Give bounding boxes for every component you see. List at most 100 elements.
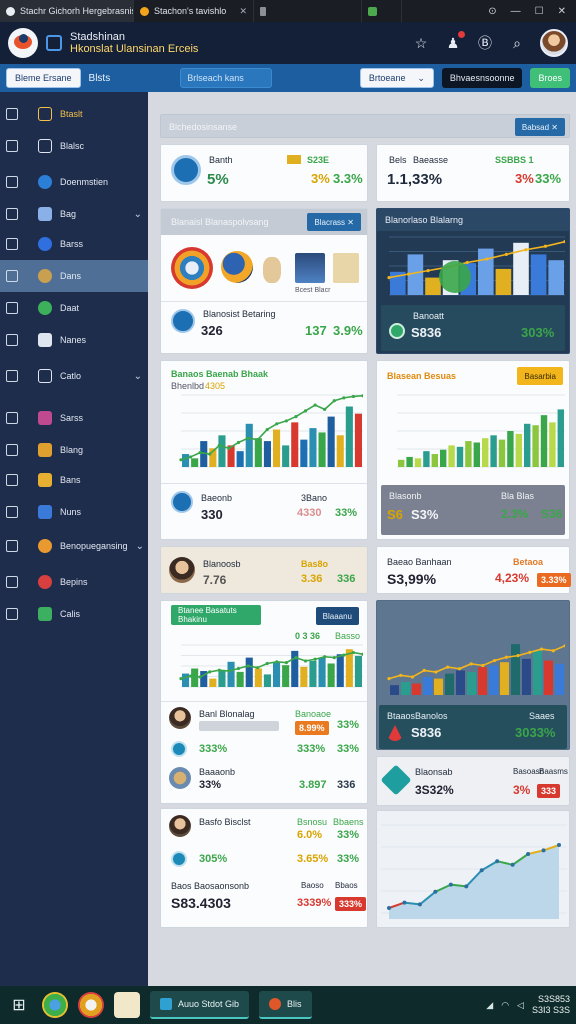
stat-icon <box>171 491 193 513</box>
chevron-down-icon[interactable]: ⌄ <box>136 541 144 552</box>
chart-point <box>313 403 317 407</box>
new-button[interactable]: Broes <box>530 68 570 88</box>
trend-chart <box>387 236 565 296</box>
row-delta-a: 3.897 <box>299 779 327 791</box>
row-avatar <box>169 767 191 789</box>
chart-point <box>351 650 356 655</box>
sidebar-item[interactable]: Dans <box>0 260 148 292</box>
sidebar-item[interactable]: Nuns <box>0 496 148 528</box>
chart-point <box>387 677 391 681</box>
sidebar-item[interactable]: Bepins <box>0 566 148 598</box>
chart-point <box>179 458 183 462</box>
sidebar-item[interactable]: Catlo ⌄ <box>0 360 148 392</box>
window-controls: ⊙ — ☐ ✕ <box>488 6 576 17</box>
clock-date: S3I3 S3S <box>531 1005 570 1015</box>
kpi-card-right[interactable]: Bels Baeasse SSBBS 1 1.1,33% 3% 33% <box>376 144 570 202</box>
sidebar-item[interactable]: Sarss <box>0 402 148 434</box>
row-icon <box>171 851 187 867</box>
sidebar-item[interactable]: Btaslt <box>0 98 148 130</box>
browser-tab[interactable] <box>362 0 402 22</box>
sidebar-item-label: Blalsc <box>60 141 85 151</box>
start-icon[interactable]: ⊞ <box>6 992 32 1018</box>
sidebar-item[interactable]: Blalsc <box>0 130 148 162</box>
tab-favicon-icon <box>260 6 266 16</box>
sidebar-item[interactable]: Bans <box>0 464 148 496</box>
kpi-tag: S23E <box>307 155 330 165</box>
diamond-icon <box>380 764 412 796</box>
browser-tab[interactable] <box>254 0 362 22</box>
row-delta-a: 3339% <box>297 897 332 909</box>
chart-bar <box>406 456 413 467</box>
notification-icon[interactable]: ♟ <box>444 31 465 52</box>
row-delta-b: 33% <box>337 853 360 865</box>
stat-strip: Banolos Btaaos Saaes S836 3033% <box>379 705 567 749</box>
close-icon[interactable]: ✕ <box>558 6 566 17</box>
panel-header-pill[interactable]: Btanee Basatuts Bhakinu <box>171 605 261 625</box>
sidebar-item-label: Catlo <box>60 371 82 381</box>
stat-value-b: S3% <box>411 507 439 522</box>
sidebar-item[interactable]: Nanes <box>0 324 148 356</box>
browser-icon[interactable] <box>42 992 68 1018</box>
search-icon[interactable]: ⌕ <box>508 34 526 52</box>
sidebar-item[interactable]: Doenmstien <box>0 166 148 198</box>
chart-point <box>323 655 327 659</box>
row-title: Baeao Banhaan <box>387 557 452 567</box>
maximize-icon[interactable]: ☐ <box>535 6 544 17</box>
stat-title: Banoatt <box>413 311 445 321</box>
panel-header-button[interactable]: Blacrass ✕ <box>307 213 361 231</box>
chart-point <box>332 399 336 403</box>
taskbar-app-active[interactable]: Auuo Stdot Gib <box>150 991 250 1019</box>
kpi-card-left[interactable]: Banth 5% S23E 3% 3.3% <box>160 144 368 202</box>
row-title: Blanoosb <box>203 559 241 569</box>
taskbar-app[interactable]: Blis <box>259 991 312 1019</box>
kpi-title: Banth <box>209 155 233 165</box>
chart-point <box>504 252 508 256</box>
section-header-button[interactable]: Babsad ✕ <box>514 118 565 136</box>
sidebar-item[interactable]: Blang <box>0 434 148 466</box>
browser-tab[interactable]: Stachr Gichorh Hergebrasnis <box>0 0 134 22</box>
chart-bar <box>282 445 290 467</box>
files-icon[interactable] <box>114 992 140 1018</box>
toolbar-primary-button[interactable]: Bleme Ersane <box>6 68 81 88</box>
stat-strip: Blasonb Bla Blas S6 S3% 2.3% S36 <box>381 485 565 535</box>
crypto-icon[interactable]: Ⓑ <box>476 34 494 52</box>
sidebar-item[interactable]: Bag ⌄ <box>0 198 148 230</box>
clock[interactable]: S3S853 S3I3 S3S <box>532 994 570 1016</box>
search-input[interactable]: Brlseach kans <box>180 68 273 88</box>
row-profile[interactable]: Blanoosb 7.76 Bas8o 3.36 336 <box>160 546 368 594</box>
app-logo[interactable] <box>8 28 38 58</box>
panel-header-button-label: Blacrass <box>314 217 346 227</box>
sidebar-item-label: Bans <box>60 475 81 485</box>
panel-header-label: Blanorlaso Blalarng <box>385 215 464 225</box>
panel-performance: Banaos Baenab Bhaak Bhenlbd 4305 Baeonb … <box>160 360 368 540</box>
network-icon[interactable]: ◢ <box>486 1000 493 1011</box>
sidebar-item[interactable]: Barss <box>0 228 148 260</box>
panel-header-button[interactable]: Basarbia <box>517 367 563 385</box>
volume-icon[interactable]: ◁ <box>517 1000 524 1011</box>
kpi-title: Bels <box>389 155 407 165</box>
notification-badge <box>458 31 465 38</box>
performance-chart <box>179 394 363 468</box>
chart-point <box>256 666 260 670</box>
user-avatar[interactable] <box>540 29 568 57</box>
sidebar-item[interactable]: Benopuegansing ⌄ <box>0 530 148 562</box>
chevron-down-icon[interactable]: ⌄ <box>134 209 142 220</box>
wifi-icon[interactable]: ◠ <box>501 1000 509 1011</box>
sidebar-item[interactable]: Calis <box>0 598 148 630</box>
browser-tab[interactable]: Stachon's tavishlo ✕ <box>134 0 254 22</box>
row-badge: 3.33% <box>537 573 571 587</box>
chart-point <box>524 248 528 252</box>
panel-header-button[interactable]: Blaaanu <box>315 607 359 625</box>
filter-dropdown[interactable]: Brtoeane ⌄ <box>359 68 434 88</box>
export-button[interactable]: Bhvaesnsoonne <box>441 68 523 88</box>
pin-icon[interactable]: ☆ <box>412 34 430 52</box>
minimize-icon[interactable]: ⊙ <box>488 6 496 17</box>
chrome-icon[interactable] <box>78 992 104 1018</box>
row-summary[interactable]: Baeao Banhaan Betaoa S3,99% 4,23% 3.33% <box>376 546 571 594</box>
tab-close-icon[interactable]: ✕ <box>239 6 247 17</box>
row-asset[interactable]: Blaonsab Basoasn Baasms 3S32% 3% 333 <box>376 756 570 806</box>
restore-icon[interactable]: — <box>511 6 521 17</box>
chevron-down-icon[interactable]: ⌄ <box>134 371 142 382</box>
sidebar-item[interactable]: Daat <box>0 292 148 324</box>
section-header-button-label: Babsad <box>521 122 550 132</box>
